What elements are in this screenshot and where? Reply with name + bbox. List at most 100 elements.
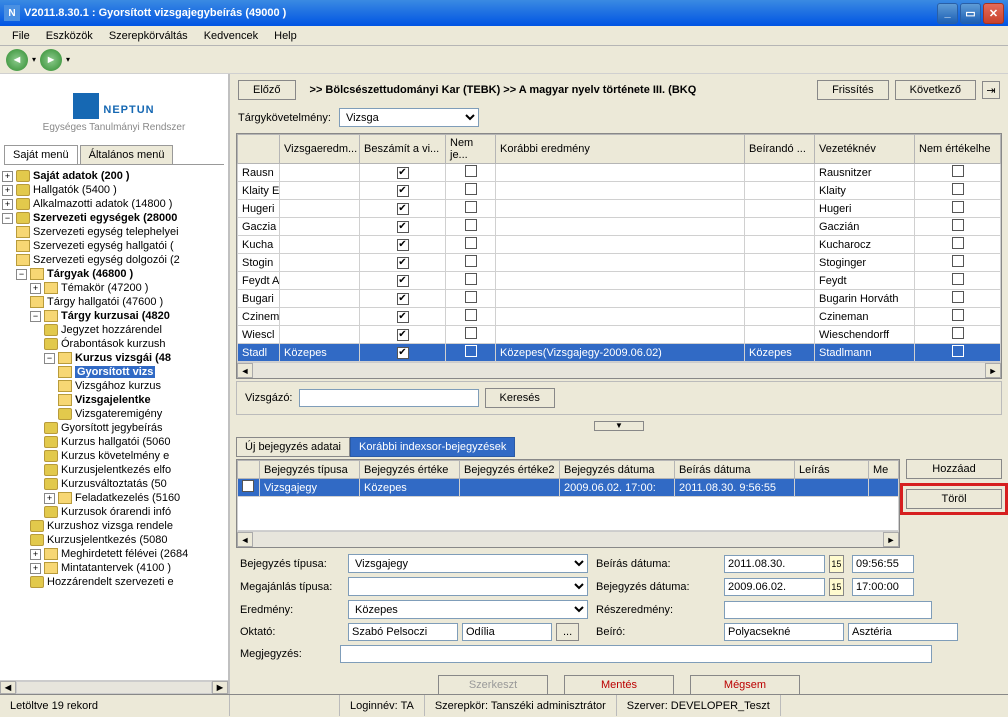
tree-kurzus-orarend[interactable]: Kurzusok órarendi infó [61,506,171,518]
col-vizsgaeredm[interactable]: Vizsgaeredm... [280,135,360,164]
refresh-button[interactable]: Frissítés [817,80,889,100]
oktato-lookup-button[interactable]: ... [556,623,579,641]
subtab-uj-bejegyzes[interactable]: Új bejegyzés adatai [236,437,350,457]
col-beszamit[interactable]: Beszámít a vi... [360,135,446,164]
tree-vizsgajelentke[interactable]: Vizsgajelentke [75,394,151,406]
calendar-icon[interactable]: 15 [829,578,844,596]
collapse-handle[interactable]: ▼ [594,421,644,431]
minimize-button[interactable]: _ [937,3,958,24]
tree-orabontas[interactable]: Órabontások kurzush [61,338,166,350]
tree-meghirdetett[interactable]: Meghirdetett félévei (2684 [61,548,188,560]
tree-kurzus-vizsgai[interactable]: Kurzus vizsgái (48 [75,352,171,364]
main-grid[interactable]: Vizsgaeredm... Beszámít a vi... Nem je..… [236,133,1002,379]
tree-sze-hallgatoi[interactable]: Szervezeti egység hallgatói ( [33,240,174,252]
inp-reszeredmeny[interactable] [724,601,932,619]
table-row[interactable]: Gaczia✔Gaczián [238,218,1001,236]
tree-gyorsitott-vizs[interactable]: Gyorsított vizs [75,366,155,378]
save-button[interactable]: Mentés [564,675,674,694]
table-row[interactable]: Klaity E✔Klaity [238,182,1001,200]
grid-hscroll[interactable]: ◄► [237,362,1001,378]
cancel-button[interactable]: Mégsem [690,675,800,694]
prev-button[interactable]: Előző [238,80,296,100]
tab-altalanos-menu[interactable]: Általános menü [80,145,174,164]
tree-sze-telephely[interactable]: Szervezeti egység telephelyei [33,226,179,238]
col-nemert[interactable]: Nem értékelhe [915,135,1001,164]
next-button[interactable]: Következő [895,80,976,100]
pin-icon[interactable]: ⇥ [982,81,1000,99]
tree-alkalmazotti[interactable]: Alkalmazotti adatok (14800 ) [33,198,172,210]
sel-eredmeny[interactable]: Közepes [348,600,588,619]
col-vezeteknev[interactable]: Vezetéknév [815,135,915,164]
delete-button[interactable]: Töröl [906,489,1002,509]
tree[interactable]: +Saját adatok (200 ) +Hallgatók (5400 ) … [0,165,228,680]
inp-beirasdatum[interactable] [724,555,825,573]
tree-sajat-adatok[interactable]: Saját adatok (200 ) [33,170,130,182]
inp-bejdatum[interactable] [724,578,825,596]
table-row[interactable]: Bugari✔Bugarin Horváth [238,290,1001,308]
tree-jegyzet[interactable]: Jegyzet hozzárendel [61,324,162,336]
inp-megjegyzes[interactable] [340,645,932,663]
search-button[interactable]: Keresés [485,388,555,408]
back-dropdown[interactable]: ▾ [32,55,36,64]
tree-mintatantervek[interactable]: Mintatantervek (4100 ) [61,562,171,574]
sel-bejtipus[interactable]: Vizsgajegy [348,554,588,573]
menu-roleswitch[interactable]: Szerepkörváltás [101,28,196,44]
tree-sze-dolgozoi[interactable]: Szervezeti egység dolgozói (2 [33,254,180,266]
col-blank[interactable] [238,135,280,164]
col-korabbi[interactable]: Korábbi eredmény [496,135,745,164]
tree-szervezeti[interactable]: Szervezeti egységek (28000 [33,212,177,224]
targyk-select[interactable]: Vizsga [339,108,479,127]
tree-temakor[interactable]: Témakör (47200 ) [61,282,148,294]
inner-grid-hscroll[interactable]: ◄► [237,531,899,547]
tree-targyak[interactable]: Tárgyak (46800 ) [47,268,133,280]
tree-kurzus-hallgatoi[interactable]: Kurzus hallgatói (5060 [61,436,170,448]
table-row[interactable]: Kucha✔Kucharocz [238,236,1001,254]
table-row[interactable]: Czinem✔Czineman [238,308,1001,326]
inp-beiro-vezeteknev[interactable] [724,623,844,641]
edit-button[interactable]: Szerkeszt [438,675,548,694]
tree-vizsgaterem[interactable]: Vizsgateremigény [75,408,162,420]
subtab-korabbi-indexsor[interactable]: Korábbi indexsor-bejegyzések [350,437,515,457]
close-button[interactable]: ✕ [983,3,1004,24]
table-row[interactable]: Feydt A✔Feydt [238,272,1001,290]
menu-favorites[interactable]: Kedvencek [196,28,266,44]
table-row[interactable]: Hugeri✔Hugeri [238,200,1001,218]
tree-feladatkez[interactable]: Feladatkezelés (5160 [75,492,180,504]
tree-gyors-jegyb[interactable]: Gyorsított jegybeírás [61,422,163,434]
tree-vizsgahoz-kurzus[interactable]: Vizsgához kurzus [75,380,161,392]
calendar-icon[interactable]: 15 [829,555,844,573]
tree-kurzus-kovetelmeny[interactable]: Kurzus követelmény e [61,450,169,462]
inp-beiro-keresztnev[interactable] [848,623,958,641]
sel-megajanl[interactable] [348,577,588,596]
inp-beirastime[interactable] [852,555,914,573]
tab-sajat-menu[interactable]: Saját menü [4,145,78,164]
inp-oktato-keresztnev[interactable] [462,623,552,641]
tree-kurzusjel-elfo[interactable]: Kurzusjelentkezés elfo [61,464,171,476]
sidebar-hscroll[interactable]: ◄ ► [0,680,228,694]
tree-hallgatok[interactable]: Hallgatók (5400 ) [33,184,117,196]
col-beirand[interactable]: Beírandó ... [745,135,815,164]
tree-targy-kurzusai[interactable]: Tárgy kurzusai (4820 [61,310,170,322]
inp-oktato-vezeteknev[interactable] [348,623,458,641]
tree-hozzarendelt[interactable]: Hozzárendelt szervezeti e [47,576,174,588]
table-row[interactable]: Stogin✔Stoginger [238,254,1001,272]
menu-tools[interactable]: Eszközök [38,28,101,44]
inp-bejtime[interactable] [852,578,914,596]
inner-grid[interactable]: Bejegyzés típusa Bejegyzés értéke Bejegy… [236,459,900,548]
forward-dropdown[interactable]: ▾ [66,55,70,64]
add-button[interactable]: Hozzáad [906,459,1002,479]
menu-help[interactable]: Help [266,28,305,44]
tree-kurzushoz-vizsga[interactable]: Kurzushoz vizsga rendele [47,520,173,532]
back-button[interactable]: ◄ [6,49,28,71]
tree-kurzusvalt[interactable]: Kurzusváltoztatás (50 [61,478,167,490]
maximize-button[interactable]: ▭ [960,3,981,24]
table-row[interactable]: Rausn✔Rausnitzer [238,164,1001,182]
table-row[interactable]: Wiescl✔Wieschendorff [238,326,1001,344]
tree-targy-hallgatoi[interactable]: Tárgy hallgatói (47600 ) [47,296,163,308]
table-row-selected[interactable]: StadlKözepes✔Közepes(Vizsgajegy-2009.06.… [238,344,1001,362]
search-input[interactable] [299,389,479,407]
tree-kurzusjel[interactable]: Kurzusjelentkezés (5080 [47,534,167,546]
inner-row-selected[interactable]: Vizsgajegy Közepes 2009.06.02. 17:00: 20… [238,479,899,497]
forward-button[interactable]: ► [40,49,62,71]
menu-file[interactable]: File [4,28,38,44]
